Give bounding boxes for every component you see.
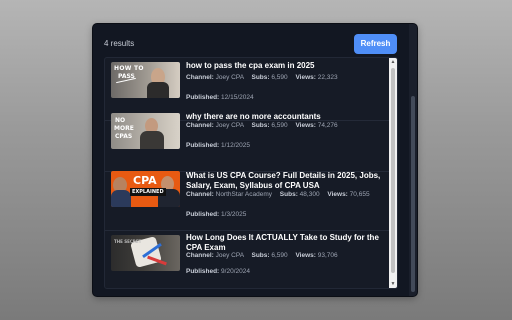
results-count: 4 results <box>104 39 135 48</box>
thumbnail-text: MORE <box>114 125 134 132</box>
video-thumbnail[interactable]: THE SECRET <box>111 235 180 271</box>
video-thumbnail[interactable]: CPA EXPLAINED <box>111 171 180 207</box>
channel-name: Joey CPA <box>215 122 244 129</box>
panel-scrollbar[interactable] <box>409 24 417 296</box>
thumbnail-text: CPAS <box>115 133 133 140</box>
subs-count: 48,300 <box>299 191 320 198</box>
list-item[interactable]: NO MORE CPAS why there are no more accou… <box>105 109 389 172</box>
list-scrollbar[interactable]: ▲ ▼ <box>389 58 397 288</box>
results-panel: 4 results Refresh HOW TO PASS how to pas… <box>93 24 417 296</box>
list-item[interactable]: CPA EXPLAINED What is US CPA Course? Ful… <box>105 168 389 231</box>
video-meta: Channel: Joey CPA Subs: 6,590 Views: 74,… <box>186 122 338 129</box>
thumbnail-text: CPA <box>133 174 157 187</box>
scroll-down-icon[interactable]: ▼ <box>389 280 397 288</box>
refresh-button[interactable]: Refresh <box>354 34 397 54</box>
views-count: 74,276 <box>317 122 338 129</box>
thumbnail-text: EXPLAINED <box>130 188 166 196</box>
thumbnail-text: NO <box>115 117 126 124</box>
video-title[interactable]: why there are no more accountants <box>186 112 382 122</box>
video-meta: Channel: NorthStar Academy Subs: 48,300 … <box>186 191 370 198</box>
video-title[interactable]: What is US CPA Course? Full Details in 2… <box>186 171 382 191</box>
video-title[interactable]: How Long Does It ACTUALLY Take to Study … <box>186 233 382 253</box>
video-meta: Channel: Joey CPA Subs: 6,590 Views: 93,… <box>186 252 338 259</box>
scroll-up-icon[interactable]: ▲ <box>389 58 397 66</box>
panel-scrollbar-thumb[interactable] <box>411 96 415 292</box>
thumbnail-text: HOW TO <box>114 65 144 72</box>
subs-count: 6,590 <box>271 122 288 129</box>
list-item[interactable]: THE SECRET How Long Does It ACTUALLY Tak… <box>105 230 389 288</box>
video-title[interactable]: how to pass the cpa exam in 2025 <box>186 61 382 71</box>
channel-name: Joey CPA <box>215 74 244 81</box>
thumbnail-text: THE SECRET <box>114 239 142 244</box>
published-date: Published: 9/20/2024 <box>186 268 250 275</box>
list-scrollbar-thumb[interactable] <box>391 68 395 273</box>
channel-name: NorthStar Academy <box>215 191 272 198</box>
views-count: 70,655 <box>349 191 370 198</box>
video-thumbnail[interactable]: HOW TO PASS <box>111 62 180 98</box>
views-count: 93,706 <box>317 252 338 259</box>
published-date: Published: 1/12/2025 <box>186 142 250 149</box>
published-date: Published: 1/3/2025 <box>186 211 247 218</box>
published-date: Published: 12/15/2024 <box>186 94 254 101</box>
results-list[interactable]: HOW TO PASS how to pass the cpa exam in … <box>104 57 398 289</box>
video-meta: Channel: Joey CPA Subs: 6,590 Views: 22,… <box>186 74 338 81</box>
views-count: 22,323 <box>317 74 338 81</box>
subs-count: 6,590 <box>271 74 288 81</box>
channel-name: Joey CPA <box>215 252 244 259</box>
video-thumbnail[interactable]: NO MORE CPAS <box>111 113 180 149</box>
subs-count: 6,590 <box>271 252 288 259</box>
